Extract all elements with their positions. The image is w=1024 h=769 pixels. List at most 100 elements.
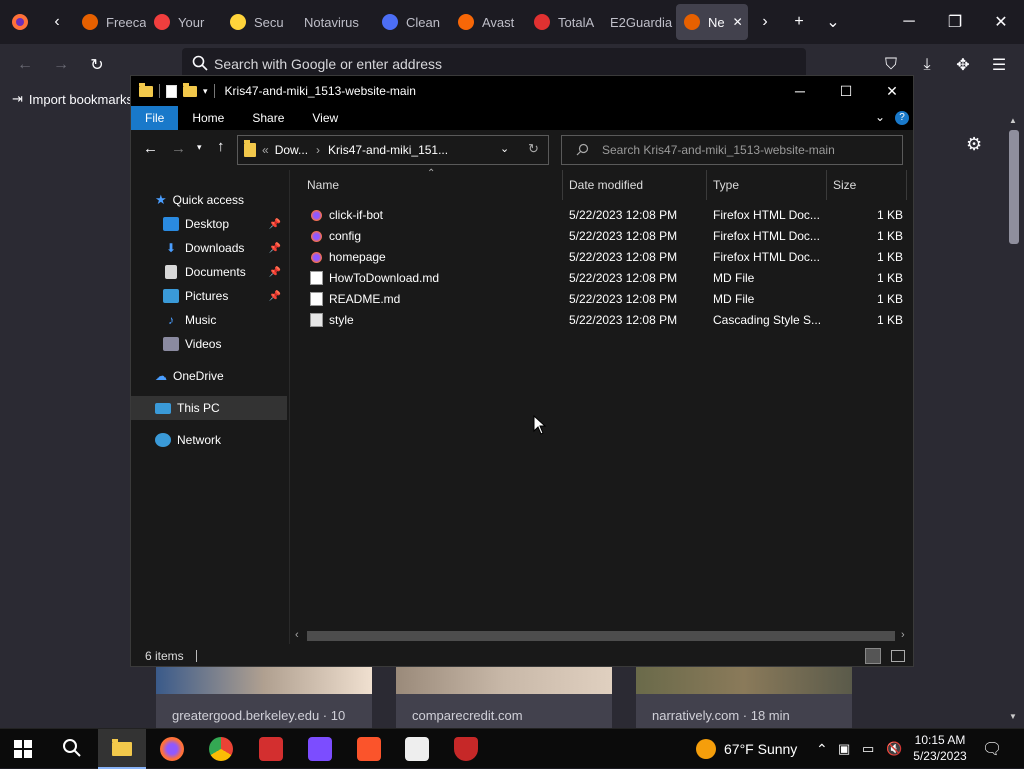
search-icon[interactable] — [62, 738, 82, 763]
page-scrollbar[interactable] — [1008, 130, 1020, 720]
import-bookmarks-link[interactable]: Import bookmarks... — [29, 92, 144, 107]
file-row[interactable]: homepage 5/22/2023 12:08 PM Firefox HTML D… — [291, 247, 913, 268]
extensions-icon[interactable]: ✥ — [946, 48, 980, 82]
nav-network[interactable]: Network — [131, 428, 287, 452]
tab-scroll-right-icon[interactable]: › — [748, 5, 782, 39]
notifications-icon[interactable]: 🗨 — [982, 729, 1002, 769]
details-view-icon[interactable] — [865, 648, 881, 664]
scrollbar-thumb[interactable] — [1009, 130, 1019, 244]
column-header-name[interactable]: Name — [291, 170, 563, 200]
settings-gear-icon[interactable]: ⚙ — [966, 134, 982, 155]
file-row[interactable]: HowToDownload.md 5/22/2023 12:08 PM MD Fil… — [291, 268, 913, 289]
nav-pictures[interactable]: Pictures 📌 — [131, 284, 287, 308]
tray-app-icon[interactable]: ▣ — [838, 729, 850, 769]
nav-this-pc[interactable]: This PC — [131, 396, 287, 420]
pane-divider[interactable] — [289, 170, 290, 644]
nav-music[interactable]: ♪ Music — [131, 308, 287, 332]
network-icon[interactable]: ▭ — [862, 729, 874, 769]
tab-share[interactable]: Share — [238, 106, 298, 130]
expand-ribbon-icon[interactable]: ⌄ — [875, 110, 885, 124]
brave-icon[interactable] — [357, 737, 381, 761]
story-card[interactable]: comparecredit.com — [396, 666, 612, 728]
nav-onedrive[interactable]: ☁ OneDrive — [131, 364, 287, 388]
story-card[interactable]: greatergood.berkeley.edu · 10 — [156, 666, 372, 728]
menu-icon[interactable]: ☰ — [982, 48, 1016, 82]
browser-tab[interactable]: Notavirus — [296, 4, 374, 40]
minimize-button[interactable]: ─ — [777, 76, 823, 106]
tab-view[interactable]: View — [298, 106, 352, 130]
show-hidden-icons[interactable]: ⌃ — [816, 729, 828, 769]
back-icon[interactable]: ← — [143, 140, 158, 157]
forward-icon[interactable]: → — [171, 140, 186, 157]
browser-tab[interactable]: Avast — [450, 4, 526, 40]
up-icon[interactable]: ↑ — [217, 138, 225, 155]
clock[interactable]: 10:15 AM 5/23/2023 — [908, 732, 972, 764]
breadcrumb-overflow-icon[interactable]: « — [262, 143, 269, 157]
nav-videos[interactable]: Videos — [131, 332, 287, 356]
scroll-right-icon[interactable]: › — [901, 629, 905, 641]
close-button[interactable]: ✕ — [869, 76, 915, 106]
help-icon[interactable]: ? — [895, 111, 909, 125]
file-row[interactable]: config 5/22/2023 12:08 PM Firefox HTML Doc… — [291, 226, 913, 247]
close-browser-button[interactable]: ✕ — [984, 5, 1018, 39]
recent-locations-icon[interactable]: ▾ — [197, 142, 202, 153]
tab-file[interactable]: File — [131, 106, 179, 130]
browser-tab[interactable]: Clean — [374, 4, 450, 40]
column-header-type[interactable]: Type — [707, 170, 827, 200]
browser-tab[interactable]: E2Guardia — [602, 4, 676, 40]
column-header-date[interactable]: Date modified — [563, 170, 707, 200]
refresh-icon[interactable]: ↻ — [528, 141, 539, 157]
nav-downloads[interactable]: ⬇ Downloads 📌 — [131, 236, 287, 260]
nav-desktop[interactable]: Desktop 📌 — [131, 212, 287, 236]
address-dropdown-icon[interactable]: ⌄ — [500, 142, 509, 155]
minimize-browser-button[interactable]: ─ — [892, 5, 926, 39]
column-header-size[interactable]: Size — [827, 170, 907, 200]
new-folder-icon[interactable] — [183, 82, 197, 97]
horizontal-scrollbar[interactable]: ‹ › — [291, 628, 913, 644]
firefox-view-icon[interactable] — [0, 5, 40, 39]
nav-documents[interactable]: Documents 📌 — [131, 260, 287, 284]
properties-icon[interactable] — [166, 84, 177, 98]
back-icon[interactable]: ← — [8, 48, 42, 82]
tab-scroll-left-icon[interactable]: ‹ — [40, 5, 74, 39]
file-row[interactable]: style 5/22/2023 12:08 PM Cascading Style S… — [291, 310, 913, 331]
firefox-icon[interactable] — [160, 737, 184, 761]
story-card[interactable]: narratively.com · 18 min — [636, 666, 852, 728]
forward-icon[interactable]: → — [44, 48, 78, 82]
browser-tab[interactable]: Secu — [222, 4, 296, 40]
breadcrumb-downloads[interactable]: Dow... — [275, 143, 308, 157]
scroll-up-icon[interactable]: ▲ — [1009, 116, 1017, 125]
new-tab-button[interactable]: + — [782, 5, 816, 39]
large-icons-view-icon[interactable] — [891, 650, 905, 662]
browser-tab[interactable]: Your — [146, 4, 222, 40]
volume-muted-icon[interactable]: 🔇 — [886, 729, 902, 769]
search-box[interactable]: Search Kris47-and-miki_1513-website-main — [561, 135, 903, 165]
weather-widget[interactable]: 67°F Sunny — [696, 729, 797, 769]
file-row[interactable]: click-if-bot 5/22/2023 12:08 PM Firefox HT… — [291, 205, 913, 226]
scrollbar-thumb[interactable] — [307, 631, 895, 641]
file-explorer-taskbar-button[interactable] — [98, 729, 146, 769]
breadcrumb-current[interactable]: Kris47-and-miki_151... — [328, 143, 448, 157]
tab-home[interactable]: Home — [178, 106, 238, 130]
browser-tab[interactable]: Ne ✕ — [676, 4, 748, 40]
shield-icon[interactable] — [454, 737, 478, 761]
address-bar[interactable]: « Dow... › Kris47-and-miki_151... ⌄ ↻ — [237, 135, 549, 165]
media-app-icon[interactable] — [308, 737, 332, 761]
reload-icon[interactable]: ↻ — [80, 48, 114, 82]
maximize-button[interactable]: ☐ — [823, 76, 869, 106]
clapperboard-icon[interactable] — [405, 737, 429, 761]
file-row[interactable]: README.md 5/22/2023 12:08 PM MD File 1 KB — [291, 289, 913, 310]
customize-toolbar-icon[interactable]: ▾ — [203, 86, 208, 97]
browser-tab[interactable]: TotalA — [526, 4, 602, 40]
start-button[interactable] — [14, 740, 32, 758]
camera-app-icon[interactable] — [259, 737, 283, 761]
list-all-tabs-icon[interactable]: ⌄ — [816, 5, 850, 39]
browser-tab[interactable]: Freeca — [74, 4, 146, 40]
nav-quick-access[interactable]: ★ Quick access — [131, 188, 287, 212]
maximize-browser-button[interactable]: ❐ — [938, 5, 972, 39]
close-tab-icon[interactable]: ✕ — [733, 15, 743, 29]
scroll-left-icon[interactable]: ‹ — [295, 629, 299, 641]
scroll-down-icon[interactable]: ▼ — [1009, 712, 1017, 721]
chrome-icon[interactable] — [209, 737, 233, 761]
downloads-icon[interactable]: ⤓ — [910, 48, 944, 82]
